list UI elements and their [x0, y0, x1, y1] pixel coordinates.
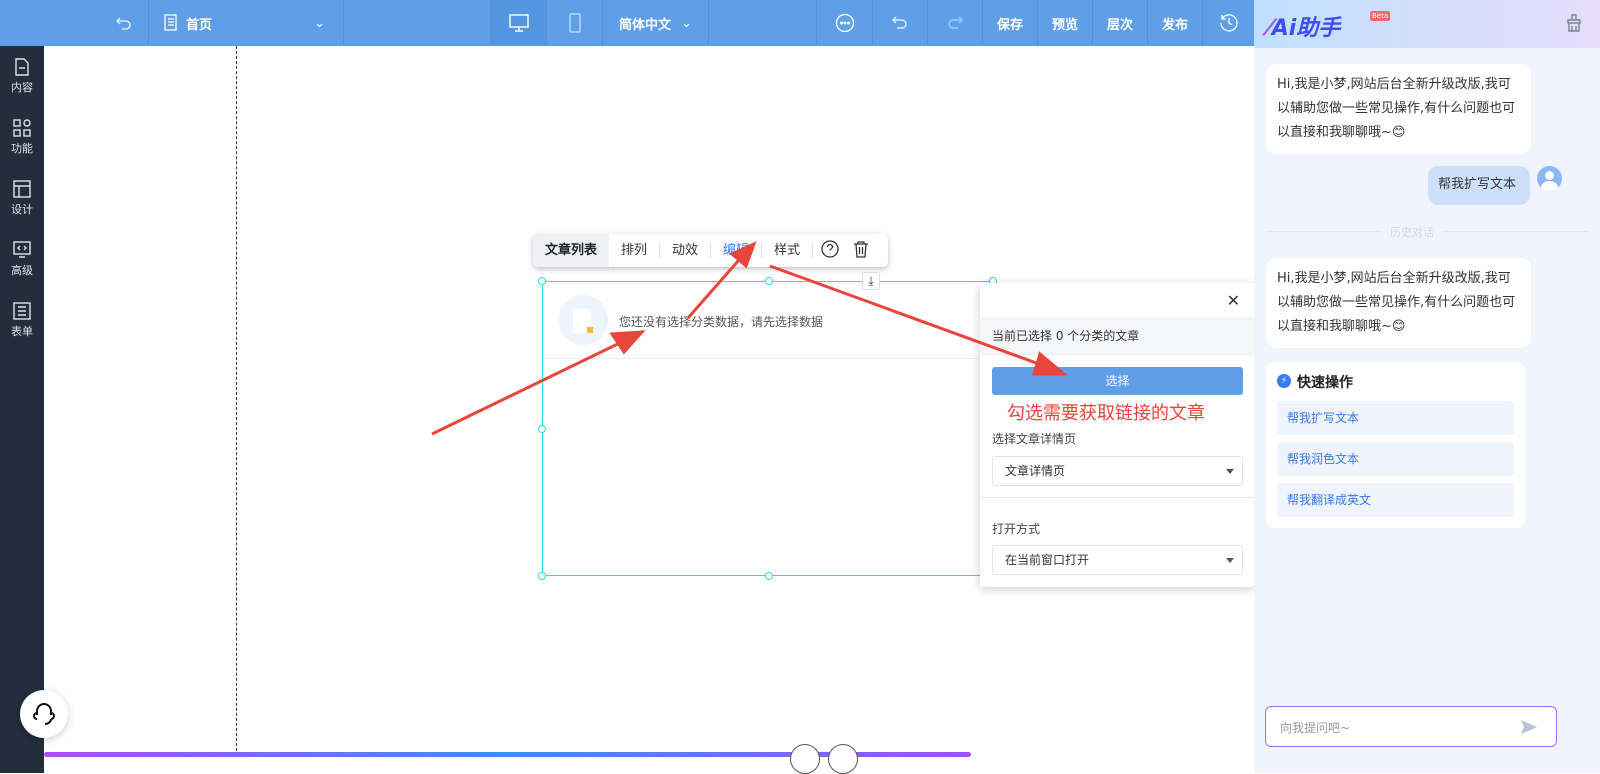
page-select[interactable]: 首页 ⌄ — [148, 0, 343, 46]
left-sidebar: 内容 功能 设计 高级 表单 — [0, 46, 44, 773]
component-title: 文章列表 — [533, 234, 610, 267]
file-icon — [15, 58, 29, 76]
chevron-down-icon: ⌄ — [681, 15, 692, 31]
undo-icon — [892, 16, 907, 29]
send-icon[interactable] — [1520, 719, 1538, 735]
sidebar-item-design[interactable]: 设计 — [0, 168, 44, 229]
more-button[interactable] — [816, 0, 872, 46]
article-list-component[interactable]: 您还没有选择分类数据，请先选择数据 — [542, 281, 993, 576]
component-toolbar: 文章列表 排列 动效 编辑 样式 — [533, 234, 888, 267]
redo-icon — [948, 16, 963, 29]
more-icon — [835, 13, 854, 33]
trash-icon — [854, 240, 869, 258]
quick-actions-title: 快速操作 — [1297, 375, 1353, 391]
top-toolbar: 首页 ⌄ 简体中文 ⌄ 保存 预览 层次 发布 — [0, 0, 1254, 46]
mobile-icon — [568, 13, 581, 33]
language-label: 简体中文 — [619, 17, 672, 33]
tab-arrange[interactable]: 排列 — [609, 243, 661, 258]
tab-edit[interactable]: 编辑 — [711, 243, 763, 258]
annotation-text: 勾选需要获取链接的文章 — [1007, 399, 1205, 425]
open-mode-select[interactable]: 在当前窗口打开 — [992, 545, 1243, 575]
clear-button[interactable] — [1566, 14, 1582, 36]
divider — [980, 497, 1254, 498]
detail-page-label: 选择文章详情页 — [992, 432, 1077, 446]
ai-assistant-panel: ⁄Ai助手 Beta Hi,我是小梦,网站后台全新升级改版,我可以辅助您做一些常… — [1254, 0, 1600, 773]
delete-button[interactable] — [847, 240, 875, 262]
spacer — [343, 0, 490, 46]
history-divider-label: 历史对话 — [1382, 224, 1442, 240]
resize-handle[interactable] — [765, 277, 773, 285]
quick-action-translate[interactable]: 帮我翻译成英文 — [1277, 483, 1514, 517]
canvas-control-button[interactable] — [790, 744, 820, 774]
sidebar-item-label: 设计 — [11, 203, 33, 216]
grid-icon — [13, 119, 31, 137]
layout-icon — [13, 180, 31, 198]
sidebar-item-label: 功能 — [11, 142, 33, 155]
redo-button[interactable] — [927, 0, 982, 46]
empty-message: 您还没有选择分类数据，请先选择数据 — [619, 315, 824, 329]
desktop-view-button[interactable] — [490, 0, 546, 46]
history-button[interactable] — [1202, 0, 1254, 46]
publish-button[interactable]: 发布 — [1147, 0, 1202, 46]
undo-button[interactable] — [872, 0, 927, 46]
empty-illustration — [558, 295, 608, 345]
close-icon[interactable]: ✕ — [1227, 291, 1240, 310]
desktop-icon — [508, 14, 529, 32]
resize-handle[interactable] — [765, 572, 773, 580]
selection-status: 当前已选择 0 个分类的文章 — [980, 317, 1254, 355]
page-name: 首页 — [186, 17, 213, 33]
sidebar-item-function[interactable]: 功能 — [0, 107, 44, 168]
sidebar-item-content[interactable]: 内容 — [0, 46, 44, 107]
chat-input[interactable]: 向我提问吧~ — [1265, 706, 1557, 747]
open-mode-label: 打开方式 — [992, 522, 1041, 536]
sidebar-item-label: 高级 — [11, 264, 33, 277]
page-icon — [164, 14, 177, 31]
list-icon — [13, 302, 31, 320]
tab-style[interactable]: 样式 — [762, 243, 814, 258]
resize-handle[interactable] — [538, 572, 546, 580]
canvas-guide-line — [236, 46, 237, 756]
select-button[interactable]: 选择 — [992, 367, 1243, 395]
download-icon[interactable]: ⤓ — [862, 272, 880, 290]
quick-action-polish[interactable]: 帮我润色文本 — [1277, 442, 1514, 476]
user-avatar — [1537, 166, 1562, 191]
assistant-message: Hi,我是小梦,网站后台全新升级改版,我可以辅助您做一些常见操作,有什么问题也可… — [1266, 258, 1531, 348]
mobile-view-button[interactable] — [546, 0, 602, 46]
sidebar-item-label: 表单 — [11, 325, 33, 338]
sidebar-item-advanced[interactable]: 高级 — [0, 229, 44, 290]
sidebar-item-form[interactable]: 表单 — [0, 290, 44, 351]
code-monitor-icon — [13, 241, 31, 258]
resize-handle[interactable] — [538, 277, 546, 285]
sidebar-item-label: 内容 — [11, 81, 33, 94]
beta-badge: Beta — [1370, 11, 1391, 21]
undo-nav-button[interactable] — [100, 0, 148, 46]
back-icon — [115, 17, 131, 30]
quick-actions-card: ⚡ 快速操作 帮我扩写文本 帮我润色文本 帮我翻译成英文 — [1266, 362, 1525, 528]
save-button[interactable]: 保存 — [982, 0, 1037, 46]
assistant-header: ⁄Ai助手 Beta — [1254, 0, 1600, 48]
assistant-message: Hi,我是小梦,网站后台全新升级改版,我可以辅助您做一些常见操作,有什么问题也可… — [1266, 64, 1531, 154]
customer-service-button[interactable] — [20, 690, 68, 738]
assistant-title: ⁄Ai助手 — [1268, 16, 1341, 41]
spacer — [708, 0, 816, 46]
language-select[interactable]: 简体中文 ⌄ — [602, 0, 708, 46]
chevron-down-icon: ⌄ — [314, 15, 325, 31]
article-settings-popup: ✕ 当前已选择 0 个分类的文章 选择 勾选需要获取链接的文章 选择文章详情页 … — [980, 283, 1254, 587]
detail-page-select[interactable]: 文章详情页 — [992, 456, 1243, 486]
help-button[interactable] — [813, 239, 847, 262]
user-message: 帮我扩写文本 — [1428, 166, 1530, 205]
chat-input-placeholder: 向我提问吧~ — [1280, 721, 1351, 735]
canvas-control-button[interactable] — [828, 744, 858, 774]
resize-handle[interactable] — [538, 425, 546, 433]
preview-button[interactable]: 预览 — [1037, 0, 1092, 46]
broom-icon — [1567, 14, 1581, 32]
help-icon — [821, 239, 839, 258]
quick-action-expand[interactable]: 帮我扩写文本 — [1277, 401, 1514, 435]
history-icon — [1219, 14, 1238, 32]
headset-icon — [33, 703, 55, 725]
tab-animation[interactable]: 动效 — [660, 243, 712, 258]
lightning-icon: ⚡ — [1277, 374, 1291, 388]
divider — [543, 358, 992, 359]
layers-button[interactable]: 层次 — [1092, 0, 1147, 46]
